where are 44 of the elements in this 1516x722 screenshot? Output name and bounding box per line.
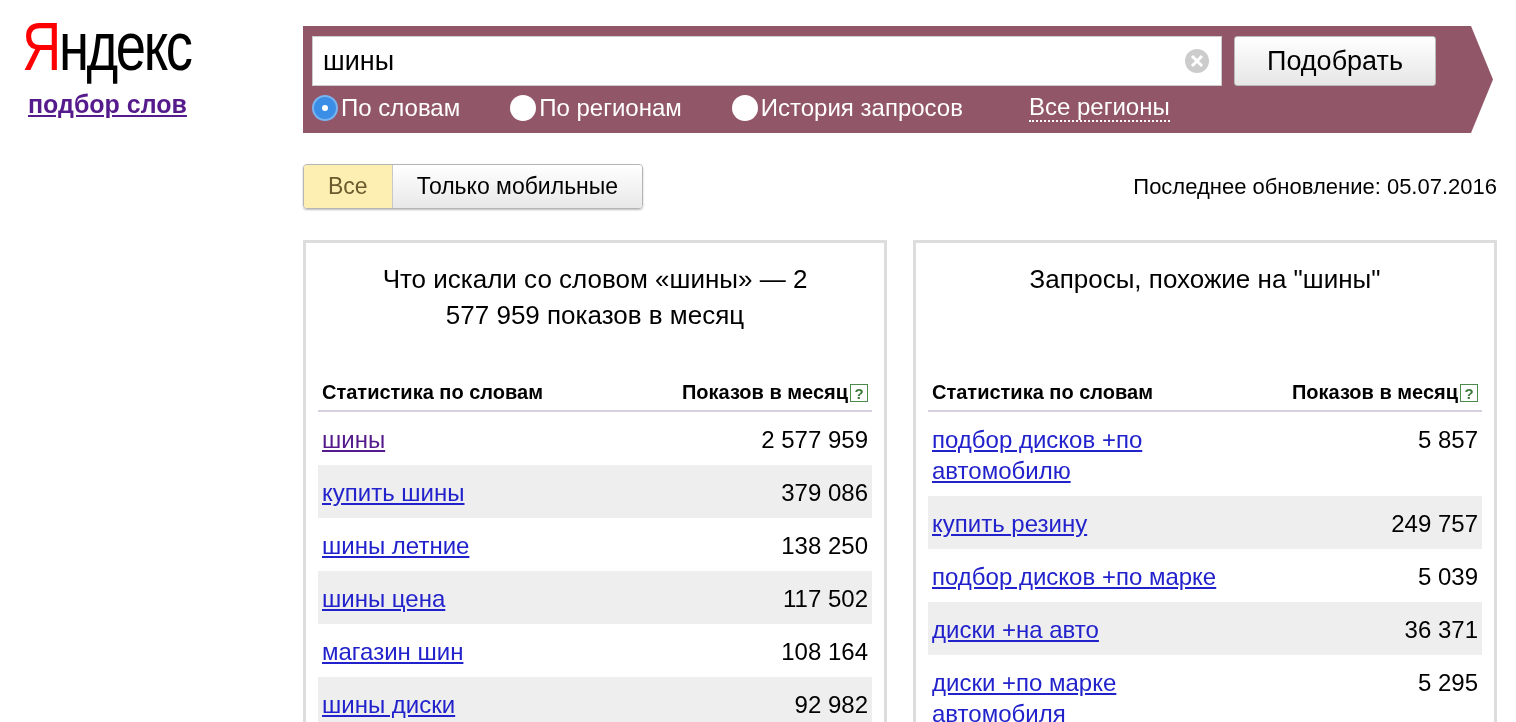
impressions-count: 138 250 — [781, 531, 868, 561]
mode-radio[interactable]: По словам — [312, 94, 461, 122]
column-header: Показов в месяц — [1291, 381, 1458, 404]
mode-radio[interactable]: По регионам — [510, 94, 682, 122]
column-header: Статистика по словам — [932, 381, 1153, 404]
column-header: Статистика по словам — [322, 381, 543, 404]
phrase-link[interactable]: диски +по марке автомобиля — [932, 667, 1232, 722]
phrase-link[interactable]: купить резину — [932, 508, 1088, 539]
radio-icon[interactable] — [510, 95, 537, 121]
impressions-count: 108 164 — [781, 637, 868, 667]
device-tab[interactable]: Только мобильные — [392, 165, 643, 208]
impressions-count: 36 371 — [1404, 615, 1478, 645]
impressions-count: 5 857 — [1417, 425, 1478, 455]
device-tab[interactable]: Все — [304, 165, 393, 208]
mode-radio[interactable]: История запросов — [731, 94, 963, 122]
impressions-count: 92 982 — [794, 690, 868, 720]
phrase-link[interactable]: шины — [322, 424, 386, 455]
help-icon[interactable]: ? — [850, 383, 868, 402]
impressions-count: 2 577 959 — [761, 425, 868, 455]
submit-button[interactable]: Подобрать — [1234, 36, 1436, 86]
phrase-link[interactable]: шины диски — [322, 689, 456, 720]
phrase-link[interactable]: магазин шин — [322, 636, 464, 667]
last-update-text: Последнее обновление: 05.07.2016 — [1133, 173, 1497, 200]
yandex-logo[interactable]: Яндекс — [22, 4, 191, 88]
impressions-count: 379 086 — [781, 478, 868, 508]
phrase-link[interactable]: диски +на авто — [932, 614, 1099, 645]
phrase-link[interactable]: шины цена — [322, 583, 446, 614]
impressions-count: 5 295 — [1417, 668, 1478, 698]
radio-icon[interactable] — [312, 95, 338, 121]
impressions-count: 249 757 — [1391, 509, 1478, 539]
phrase-link[interactable]: шины летние — [322, 530, 470, 561]
region-link[interactable]: Все регионы — [1028, 94, 1170, 122]
phrase-link[interactable]: подбор дисков +по автомобилю — [932, 424, 1232, 486]
phrase-link[interactable]: подбор дисков +по марке — [932, 561, 1217, 592]
panel-title: Что искали со словом «шины» — 2 577 959 показов в месяц — [381, 263, 809, 332]
impressions-count: 5 039 — [1417, 562, 1478, 592]
panel-title: Запросы, похожие на "шины" — [1028, 263, 1382, 296]
help-icon[interactable]: ? — [1460, 383, 1478, 402]
service-link[interactable]: подбор слов — [28, 90, 187, 119]
column-header: Показов в месяц — [681, 381, 848, 404]
phrase-link[interactable]: купить шины — [322, 477, 465, 508]
search-field[interactable]: шины — [312, 36, 1222, 86]
impressions-count: 117 502 — [783, 584, 868, 614]
radio-icon[interactable] — [731, 95, 758, 121]
